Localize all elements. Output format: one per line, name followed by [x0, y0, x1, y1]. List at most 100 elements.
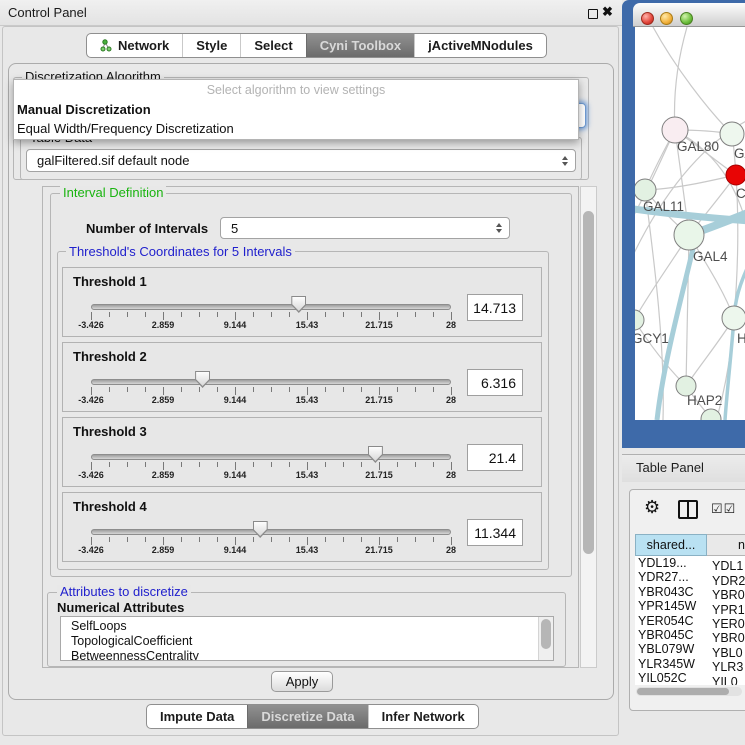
table-row[interactable]: YBL079WYBL0 [635, 642, 745, 656]
tab-impute-data-label: Impute Data [160, 709, 234, 724]
horizontal-scrollbar-thumb[interactable] [637, 688, 729, 695]
network-node[interactable] [720, 122, 744, 146]
threshold-value-field[interactable]: 14.713 [467, 294, 523, 321]
vertical-scrollbar-thumb[interactable] [583, 211, 594, 554]
tab-discretize-data[interactable]: Discretize Data [247, 705, 367, 728]
threshold-slider-track[interactable] [91, 304, 451, 310]
table-row[interactable]: YER054CYER0 [635, 614, 745, 628]
table-row[interactable]: YDR27...YDR2 [635, 570, 745, 584]
column-header-shared-name[interactable]: shared... [635, 534, 707, 556]
attributes-list-scrollbar-thumb[interactable] [541, 619, 551, 649]
algorithm-option-equal-width[interactable]: Equal Width/Frequency Discretization [17, 120, 234, 138]
threshold-slider-thumb[interactable] [291, 296, 306, 313]
slider-tick [397, 387, 398, 392]
column-layout-icon[interactable] [678, 500, 698, 519]
table-data-select[interactable]: galFiltered.sif default node [26, 149, 576, 172]
network-node[interactable] [635, 179, 656, 201]
attribute-list-item[interactable]: BetweennessCentrality [71, 649, 199, 661]
attributes-list-scrollbar[interactable] [538, 617, 553, 661]
attribute-list-item[interactable]: SelfLoops [71, 619, 127, 634]
network-edge[interactable] [653, 27, 732, 134]
table-row[interactable]: YLR345WYLR3 [635, 657, 745, 671]
slider-tick [163, 462, 164, 470]
threshold-slider-thumb[interactable] [195, 371, 210, 388]
slider-tick [289, 312, 290, 317]
slider-tick [109, 462, 110, 467]
numerical-attributes-list[interactable]: SelfLoopsTopologicalCoefficientBetweenne… [60, 616, 554, 661]
gear-icon[interactable]: ⚙ [644, 497, 660, 517]
table-row[interactable]: YIL052CYIL0 [635, 671, 745, 685]
number-of-intervals-select[interactable]: 5 [220, 217, 510, 239]
table-row[interactable]: YBR043CYBR0 [635, 585, 745, 599]
slider-tick-label: -3.426 [78, 545, 104, 555]
tab-impute-data[interactable]: Impute Data [147, 705, 247, 728]
tab-infer-network[interactable]: Infer Network [368, 705, 478, 728]
zoom-traffic-light[interactable] [680, 12, 693, 25]
threshold-value-field[interactable]: 11.344 [467, 519, 523, 546]
control-panel-titlebar [0, 0, 622, 26]
slider-tick [145, 387, 146, 392]
threshold-slider-thumb[interactable] [253, 521, 268, 538]
cell-shared-name: YIL052C [635, 671, 708, 685]
slider-tick [397, 312, 398, 317]
slider-tick [91, 312, 92, 320]
network-graph[interactable]: GAL80GACGAL11GAL4GCY1HHAP2 [635, 27, 745, 420]
table-row[interactable]: YDL19...YDL1 [635, 556, 745, 570]
close-icon[interactable]: ✖ [602, 4, 613, 20]
tab-cyni-toolbox[interactable]: Cyni Toolbox [306, 34, 414, 57]
network-canvas[interactable]: GAL80GACGAL11GAL4GCY1HHAP2 [635, 27, 745, 420]
slider-tick [217, 537, 218, 542]
threshold-slider-track[interactable] [91, 379, 451, 385]
table-row[interactable]: YPR145WYPR1 [635, 599, 745, 613]
interval-definition-group-title: Interval Definition [60, 186, 166, 199]
network-node[interactable] [635, 310, 644, 330]
slider-tick [343, 462, 344, 467]
algorithm-option-manual[interactable]: Manual Discretization [17, 101, 151, 119]
slider-tick [343, 387, 344, 392]
slider-tick [253, 462, 254, 467]
slider-tick [451, 462, 452, 470]
slider-tick [271, 537, 272, 542]
slider-tick-label: 9.144 [224, 395, 247, 405]
threshold-value-field[interactable]: 6.316 [467, 369, 523, 396]
float-window-icon[interactable] [588, 9, 598, 19]
threshold-slider-track[interactable] [91, 454, 451, 460]
attribute-list-item[interactable]: TopologicalCoefficient [71, 634, 192, 649]
threshold-slider-track[interactable] [91, 529, 451, 535]
table-data-select-value: galFiltered.sif default node [37, 153, 189, 168]
slider-tick-label: 21.715 [365, 320, 393, 330]
checkbox-icons[interactable]: ☑☑ [711, 501, 736, 517]
minimize-traffic-light[interactable] [660, 12, 673, 25]
close-traffic-light[interactable] [641, 12, 654, 25]
network-node-label: GA [734, 146, 745, 161]
slider-tick [433, 387, 434, 392]
tab-select-label: Select [254, 38, 292, 53]
slider-tick [397, 537, 398, 542]
tab-style[interactable]: Style [182, 34, 240, 57]
threshold-value-field[interactable]: 21.4 [467, 444, 523, 471]
table-row[interactable]: YBR045CYBR0 [635, 628, 745, 642]
network-node-label: GAL4 [693, 249, 728, 264]
slider-tick-label: 9.144 [224, 470, 247, 480]
tab-jactivemnodules[interactable]: jActiveMNodules [414, 34, 546, 57]
network-window-titlebar [633, 3, 745, 27]
slider-tick [451, 312, 452, 320]
network-node[interactable] [722, 306, 745, 330]
apply-button[interactable]: Apply [271, 671, 333, 692]
network-node[interactable] [726, 165, 745, 185]
slider-tick [415, 387, 416, 392]
column-header-name[interactable]: na [707, 534, 745, 556]
network-edge[interactable] [645, 175, 736, 190]
network-node[interactable] [674, 220, 704, 250]
cell-shared-name: YPR145W [635, 599, 708, 613]
horizontal-scrollbar[interactable] [636, 687, 742, 696]
vertical-scrollbar[interactable] [580, 186, 597, 668]
control-panel-title: Control Panel [8, 5, 87, 20]
slider-tick [163, 387, 164, 395]
number-of-intervals-value: 5 [231, 221, 238, 236]
threshold-slider-thumb[interactable] [368, 446, 383, 463]
tab-network[interactable]: Network [87, 34, 182, 57]
tab-select[interactable]: Select [240, 34, 305, 57]
number-of-intervals-label: Number of Intervals [86, 221, 208, 236]
slider-tick-label: 28 [446, 395, 456, 405]
